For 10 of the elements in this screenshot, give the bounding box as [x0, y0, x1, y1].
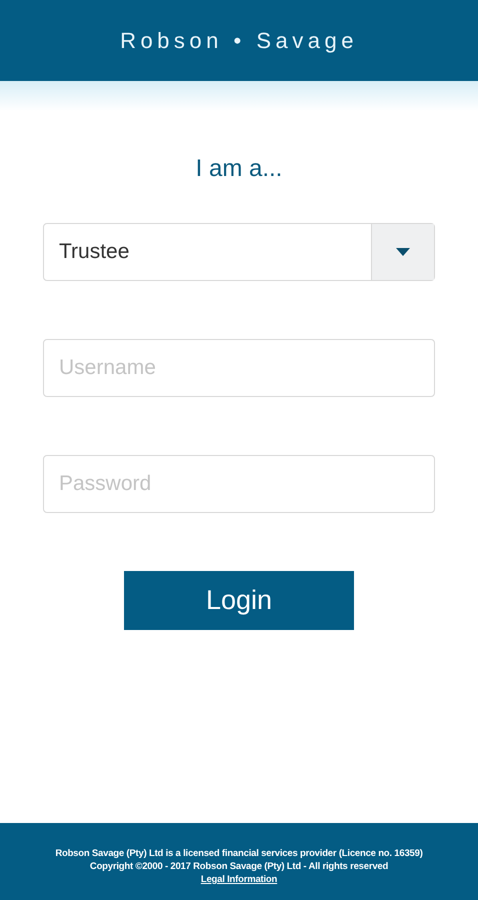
- caret-icon: [396, 248, 410, 256]
- brand-logo-text: Robson • Savage: [120, 28, 358, 54]
- form-heading: I am a...: [196, 155, 282, 184]
- legal-information-link[interactable]: Legal Information: [200, 873, 278, 886]
- password-field[interactable]: Password: [43, 455, 435, 513]
- footer-text: Copyright ©2000 - 2017 Robson Savage (Pty) Ltd - All rights reserved: [90, 860, 388, 873]
- footer-text: Robson Savage (Pty) Ltd is a licensed financial services provider (Licence no. 16359): [55, 847, 423, 860]
- username-field[interactable]: Username: [43, 339, 435, 397]
- role-select[interactable]: Trustee: [43, 223, 435, 281]
- login-button[interactable]: Login: [124, 571, 354, 630]
